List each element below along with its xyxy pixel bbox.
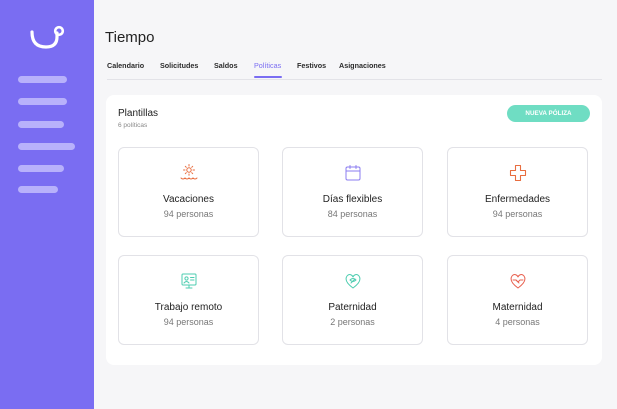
- policy-name: Trabajo remoto: [154, 302, 223, 313]
- tab-festivos[interactable]: Festivos: [297, 61, 326, 70]
- policy-card-maternidad[interactable]: Maternidad 4 personas: [447, 255, 588, 345]
- nav-item-placeholder[interactable]: [18, 121, 64, 128]
- panel-subtitle: 6 políticas: [118, 122, 148, 129]
- calendar-icon: [345, 165, 361, 181]
- tab-bar: Calendario Solicitudes Saldos Políticas …: [107, 61, 602, 80]
- tab-calendario[interactable]: Calendario: [107, 61, 144, 70]
- templates-panel: Plantillas 6 políticas NUEVA PÓLIZA Vaca…: [106, 95, 602, 365]
- nav-item-placeholder[interactable]: [18, 165, 64, 172]
- active-tab-indicator: [254, 76, 282, 78]
- policy-card-vacaciones[interactable]: Vacaciones 94 personas: [118, 147, 259, 237]
- policy-card-dias-flexibles[interactable]: Días flexibles 84 personas: [282, 147, 423, 237]
- main-content: Tiempo Calendario Solicitudes Saldos Pol…: [94, 0, 617, 409]
- nav-item-placeholder[interactable]: [18, 98, 67, 105]
- policy-count: 94 personas: [492, 209, 543, 219]
- policy-count: 4 personas: [495, 317, 540, 327]
- policy-count: 2 personas: [330, 317, 375, 327]
- policy-name: Paternidad: [328, 302, 377, 313]
- panel-title: Plantillas: [118, 108, 159, 119]
- sidebar: [0, 0, 94, 409]
- nav-item-placeholder[interactable]: [18, 143, 75, 150]
- policy-card-trabajo-remoto[interactable]: Trabajo remoto 94 personas: [118, 255, 259, 345]
- policy-name: Maternidad: [492, 302, 543, 313]
- tab-politicas[interactable]: Políticas: [254, 61, 281, 70]
- nav-item-placeholder[interactable]: [18, 186, 58, 193]
- policy-name: Días flexibles: [322, 194, 383, 205]
- heart-leaf-icon: [345, 274, 361, 289]
- tab-asignaciones[interactable]: Asignaciones: [339, 61, 386, 70]
- policy-count: 84 personas: [327, 209, 378, 219]
- page-title: Tiempo: [105, 29, 155, 46]
- policy-name: Vacaciones: [163, 194, 214, 205]
- heart-handshake-icon: [510, 274, 526, 289]
- medical-cross-icon: [509, 164, 527, 182]
- policy-count: 94 personas: [163, 317, 214, 327]
- remote-screen-icon: [181, 273, 197, 289]
- policy-count: 94 personas: [163, 209, 214, 219]
- sun-waves-icon: [180, 164, 198, 180]
- new-policy-button[interactable]: NUEVA PÓLIZA: [507, 105, 590, 122]
- nav-item-placeholder[interactable]: [18, 76, 67, 83]
- policy-name: Enfermedades: [484, 194, 551, 205]
- tab-saldos[interactable]: Saldos: [214, 61, 238, 70]
- app-logo-icon[interactable]: [29, 25, 67, 51]
- tab-solicitudes[interactable]: Solicitudes: [160, 61, 198, 70]
- policy-card-paternidad[interactable]: Paternidad 2 personas: [282, 255, 423, 345]
- policy-card-enfermedades[interactable]: Enfermedades 94 personas: [447, 147, 588, 237]
